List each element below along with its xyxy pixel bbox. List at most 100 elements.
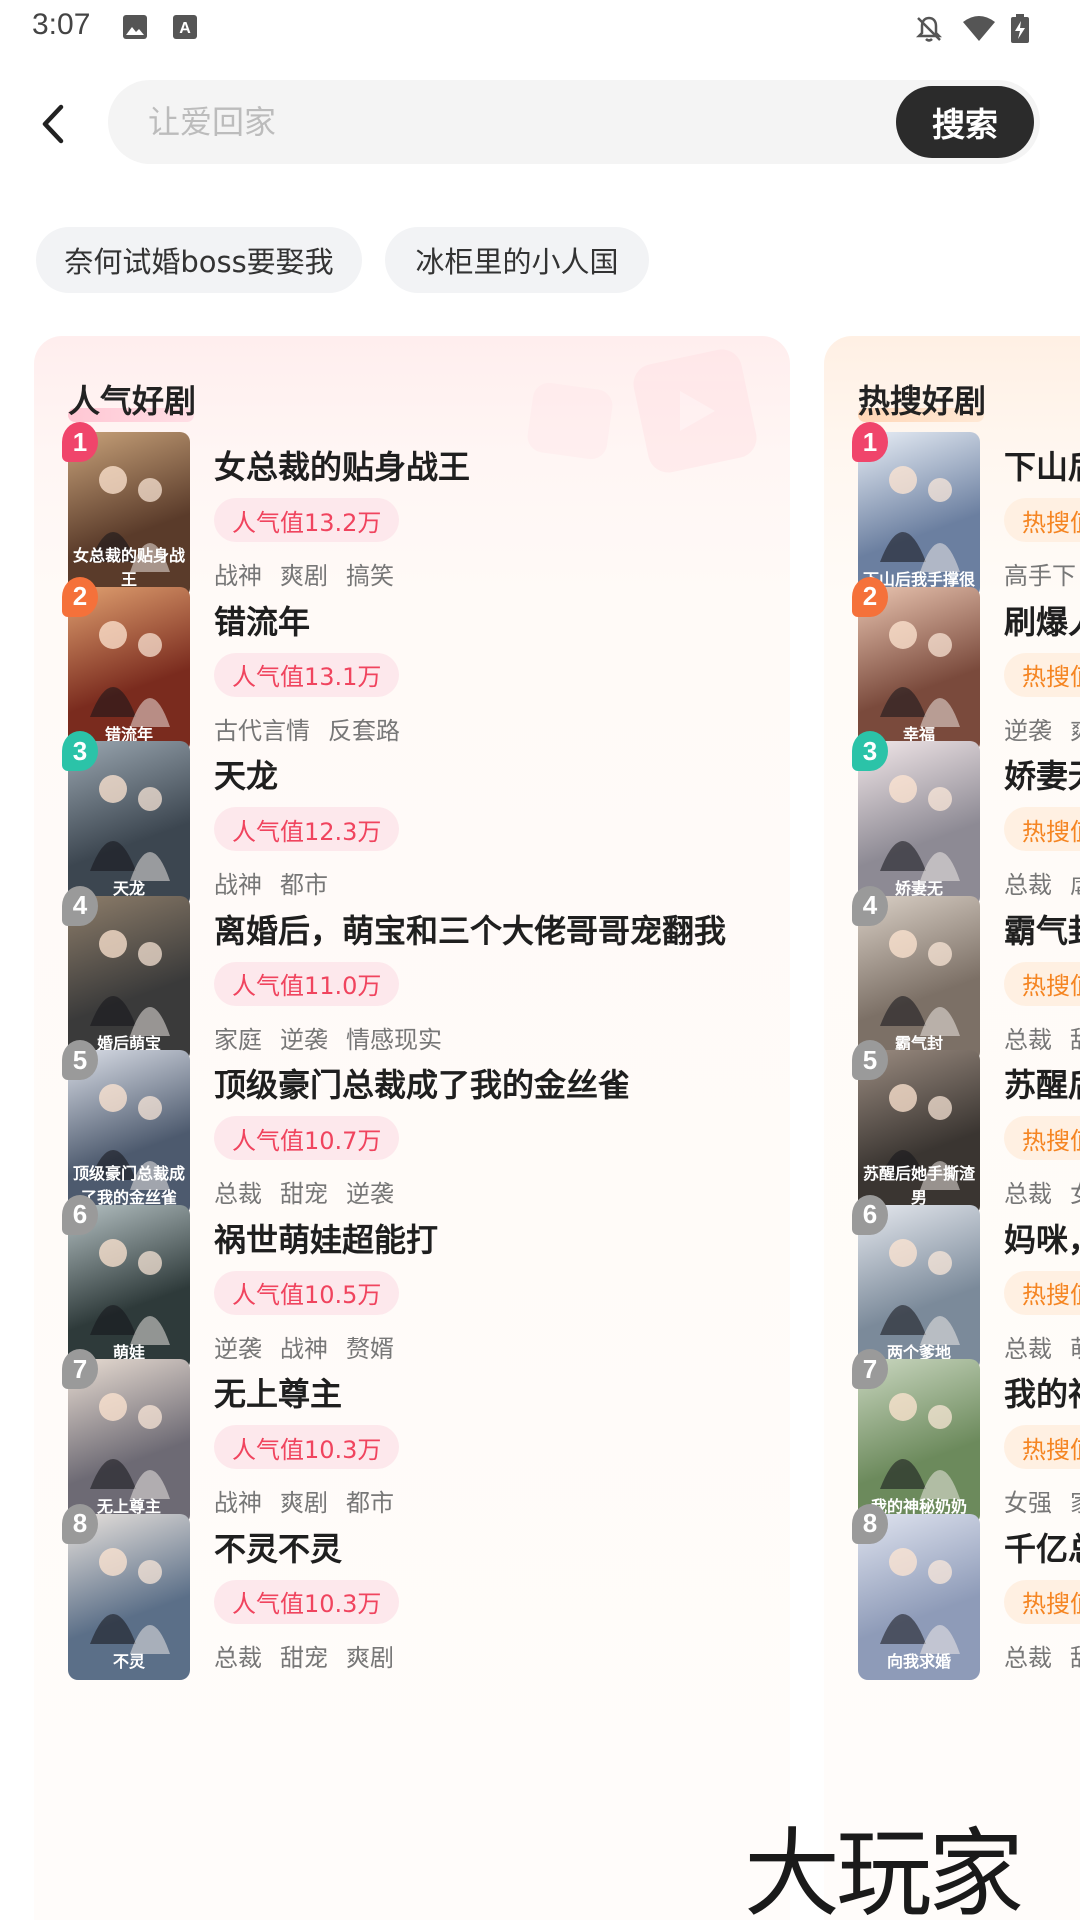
genre-tag: 高手下 — [1004, 562, 1076, 590]
genre-tag: 都市 — [280, 871, 328, 899]
genre-tags: 总裁 甜宠 逆袭 — [214, 1174, 412, 1209]
svg-text:A: A — [179, 20, 191, 37]
rank-badge: 8 — [852, 1503, 888, 1544]
rank-badge: 5 — [852, 1040, 888, 1080]
genre-tag: 爽剧 — [280, 562, 328, 590]
battery-charging-icon — [1011, 14, 1029, 43]
drama-title[interactable]: 离婚后，萌宝和三个大佬哥哥宠翻我 — [214, 906, 726, 952]
rank-badge: 5 — [62, 1040, 98, 1080]
genre-tags: 总裁 甜宠 爽剧 — [214, 1638, 412, 1673]
rank-badge: 7 — [62, 1349, 98, 1389]
chevron-left-icon — [42, 104, 64, 144]
genre-tag: 甜宠 — [280, 1180, 328, 1208]
genre-tag: 萌 — [1070, 1335, 1080, 1363]
genre-tag: 逆袭 — [280, 1025, 328, 1054]
watermark-logo: 大玩家 — [744, 1818, 1024, 1920]
drama-title[interactable]: 妈咪， — [1004, 1215, 1080, 1261]
genre-tag: 战神 — [214, 871, 262, 899]
drama-title[interactable]: 无上尊主 — [214, 1369, 342, 1415]
popularity-tag: 热搜值 — [1004, 1270, 1080, 1315]
genre-tag: 逆袭 — [214, 1334, 262, 1363]
drama-title[interactable]: 不灵不灵 — [214, 1524, 342, 1570]
rank-badge: 4 — [62, 885, 98, 926]
popularity-tag: 人气值10.7万 — [214, 1116, 400, 1160]
popularity-tag: 人气值13.2万 — [214, 498, 400, 542]
genre-tag: 古代言情 — [214, 716, 310, 745]
popularity-tag: 热搜值 — [1004, 1116, 1080, 1160]
genre-tags: 古代言情 反套路 — [214, 711, 418, 746]
genre-tag: 甜宠 — [280, 1643, 328, 1672]
rank-badge: 6 — [852, 1194, 888, 1235]
genre-tags: 高手下 — [1004, 556, 1080, 591]
genre-tags: 总裁甜 — [1004, 1020, 1080, 1055]
popularity-tag: 人气值12.3万 — [214, 807, 400, 851]
rank-badge: 1 — [852, 422, 888, 462]
genre-tag: 甜 — [1070, 1026, 1080, 1054]
history-chip[interactable]: 奈何试婚boss要娶我 — [36, 227, 362, 293]
genre-tag: 虐 — [1070, 871, 1080, 899]
genre-tag: 赘婿 — [346, 1334, 394, 1363]
genre-tag: 爽剧 — [280, 1489, 328, 1517]
gallery-icon — [123, 15, 147, 39]
genre-tag: 总裁 — [1004, 1334, 1052, 1363]
panel-title: 人气好剧 — [68, 382, 197, 420]
drama-title[interactable]: 苏醒后 — [1004, 1060, 1080, 1106]
drama-title[interactable]: 刷爆人 — [1004, 597, 1080, 643]
genre-tags: 总裁虐 — [1004, 865, 1080, 900]
rank-badge: 7 — [852, 1349, 888, 1389]
rank-badge: 2 — [62, 576, 98, 617]
genre-tag: 情感现实 — [346, 1025, 442, 1054]
drama-title[interactable]: 顶级豪门总裁成了我的金丝雀 — [214, 1060, 630, 1106]
genre-tag: 逆袭 — [346, 1180, 394, 1208]
popularity-tag: 人气值11.0万 — [214, 961, 400, 1006]
drama-title[interactable]: 天龙 — [214, 751, 278, 797]
popularity-tag: 热搜值 — [1004, 961, 1080, 1006]
status-bar: 3:07 A — [0, 0, 1080, 54]
drama-title[interactable]: 我的神 — [1004, 1369, 1080, 1415]
genre-tag: 都市 — [346, 1489, 394, 1517]
hot-ranking-panel: 热搜好剧 下山后我手撑很1下山后热搜值高手下幸福2刷爆人热搜值逆袭爽娇妻无3娇妻… — [824, 336, 1080, 1920]
cover-caption: 不灵 — [112, 1651, 145, 1671]
genre-tag: 家 — [1070, 1489, 1080, 1517]
genre-tag: 总裁 — [1004, 871, 1052, 899]
status-time: 3:07 — [32, 8, 91, 41]
genre-tags: 战神 爽剧 都市 — [214, 1483, 412, 1518]
rank-badge: 3 — [62, 731, 98, 771]
genre-tag: 女 — [1070, 1180, 1080, 1208]
genre-tags: 战神 都市 — [214, 865, 346, 900]
popularity-tag: 人气值13.1万 — [214, 652, 400, 697]
popularity-tag: 热搜值 — [1004, 1579, 1080, 1624]
search-input[interactable] — [148, 80, 768, 164]
genre-tags: 女强家 — [1004, 1483, 1080, 1518]
drama-title[interactable]: 娇妻无 — [1004, 751, 1080, 797]
drama-title[interactable]: 女总裁的贴身战王 — [214, 442, 470, 488]
drama-title[interactable]: 霸气封 — [1004, 906, 1080, 952]
drama-title[interactable]: 错流年 — [214, 597, 310, 643]
genre-tag: 逆袭 — [1004, 716, 1052, 745]
genre-tags: 战神 爽剧 搞笑 — [214, 556, 412, 591]
popularity-tag: 人气值10.3万 — [214, 1579, 400, 1624]
rank-badge: 8 — [62, 1503, 98, 1544]
rank-badge: 2 — [852, 576, 888, 617]
genre-tag: 搞笑 — [346, 562, 394, 590]
search-button[interactable]: 搜索 — [896, 86, 1034, 158]
genre-tag: 甜 — [1070, 1644, 1080, 1672]
popularity-tag: 热搜值 — [1004, 498, 1080, 542]
history-chip[interactable]: 冰柜里的小人国 — [385, 227, 649, 293]
back-button[interactable] — [30, 92, 74, 156]
popularity-tag: 热搜值 — [1004, 807, 1080, 851]
popularity-tag: 人气值10.5万 — [214, 1270, 400, 1315]
popularity-tag: 热搜值 — [1004, 1425, 1080, 1469]
cover-caption: 向我求婚 — [886, 1651, 951, 1671]
rank-badge: 1 — [62, 422, 98, 462]
wifi-icon — [963, 16, 995, 41]
genre-tag: 总裁 — [214, 1643, 262, 1672]
popularity-tag: 热搜值 — [1004, 652, 1080, 697]
drama-title[interactable]: 千亿总 — [1004, 1524, 1080, 1570]
drama-title[interactable]: 下山后 — [1004, 442, 1080, 488]
genre-tag: 战神 — [280, 1334, 328, 1363]
drama-title[interactable]: 祸世萌娃超能打 — [214, 1215, 438, 1261]
genre-tags: 总裁女 — [1004, 1174, 1080, 1209]
font-icon: A — [173, 15, 197, 39]
play-decoration-icon — [527, 349, 757, 473]
